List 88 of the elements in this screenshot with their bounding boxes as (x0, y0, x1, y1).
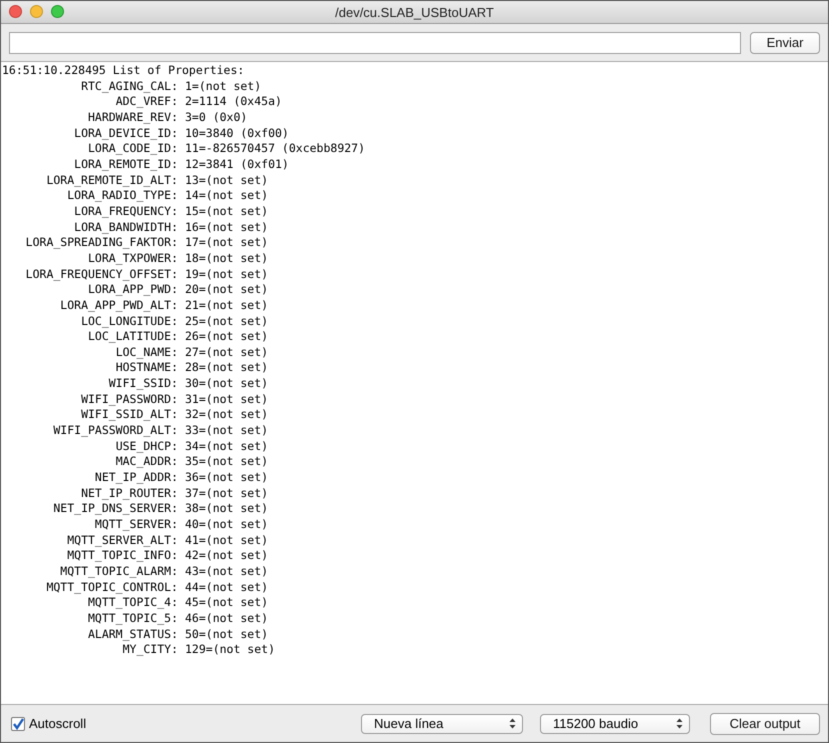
property-name: NET_IP_ROUTER: (80, 486, 178, 502)
property-value: 15=(not set) (184, 204, 270, 220)
property-value: 17=(not set) (184, 235, 270, 251)
property-value: 129=(not set) (184, 642, 276, 658)
property-value: 50=(not set) (184, 626, 270, 642)
property-value: 18=(not set) (184, 250, 270, 267)
property-value: 44=(not set) (184, 580, 270, 596)
property-value: 42=(not set) (184, 548, 270, 564)
property-name: LORA_TXPOWER: (86, 250, 178, 267)
property-name: LOC_NAME: (114, 344, 178, 360)
property-value: 34=(not set) (184, 438, 270, 454)
property-name: MQTT_TOPIC_CONTROL: (45, 580, 178, 596)
property-name: MQTT_TOPIC_INFO: (66, 548, 178, 564)
property-value: 25=(not set) (184, 314, 270, 330)
property-name: LORA_REMOTE_ID_ALT: (45, 172, 178, 188)
property-value: 31=(not set) (184, 392, 270, 408)
property-value: 10=3840 (0xf00) (184, 126, 290, 142)
clear-output-button[interactable]: Clear output (710, 712, 820, 734)
property-value: 20=(not set) (184, 282, 270, 298)
property-name: ALARM_STATUS: (86, 626, 178, 642)
autoscroll-checkbox[interactable] (11, 716, 25, 730)
stepper-icon (509, 718, 516, 729)
property-name: WIFI_PASSWORD: (80, 392, 178, 408)
property-name: LORA_BANDWIDTH: (73, 220, 178, 236)
property-name: MQTT_TOPIC_5: (86, 610, 178, 627)
property-name: MQTT_SERVER_ALT: (66, 532, 178, 548)
property-value: 19=(not set) (184, 266, 270, 282)
property-value: 40=(not set) (184, 517, 270, 533)
property-name: ADC_VREF: (114, 94, 178, 110)
property-name: RTC_AGING_CAL: (80, 78, 178, 94)
property-value: 46=(not set) (184, 610, 270, 627)
property-name: WIFI_PASSWORD_ALT: (52, 423, 178, 439)
property-value: 41=(not set) (184, 532, 270, 548)
property-value: 33=(not set) (184, 423, 270, 439)
output-line: 16:51:10.228495 List of Properties: (2, 63, 246, 79)
property-value: 27=(not set) (184, 344, 270, 360)
property-value: 12=3841 (0xf01) (184, 156, 290, 173)
property-name: LORA_FREQUENCY_OFFSET: (24, 266, 178, 282)
baud-rate-dropdown[interactable]: 115200 baudio (540, 714, 690, 734)
property-value: 36=(not set) (184, 470, 270, 486)
property-value: 2=1114 (0x45a) (184, 94, 283, 110)
property-name: LORA_RADIO_TYPE: (66, 188, 178, 204)
minimize-icon[interactable] (30, 5, 43, 18)
property-name: MQTT_SERVER: (94, 517, 178, 533)
property-value: 28=(not set) (184, 360, 270, 376)
input-field[interactable] (9, 32, 741, 54)
property-value: 43=(not set) (184, 564, 270, 580)
property-name: LOC_LATITUDE: (86, 329, 178, 345)
property-value: 30=(not set) (184, 376, 270, 392)
property-value: 13=(not set) (184, 172, 270, 188)
property-name: NET_IP_DNS_SERVER: (52, 501, 178, 518)
property-name: LORA_FREQUENCY: (73, 204, 178, 220)
property-value: 45=(not set) (184, 595, 270, 611)
line-ending-dropdown[interactable]: Nueva línea (361, 714, 523, 734)
property-name: NET_IP_ADDR: (94, 470, 178, 486)
property-value: 16=(not set) (184, 220, 270, 236)
property-value: 14=(not set) (184, 188, 270, 204)
property-value: 38=(not set) (184, 501, 270, 518)
property-name: LORA_APP_PWD_ALT: (59, 298, 178, 314)
property-value: 21=(not set) (184, 298, 270, 314)
property-name: WIFI_SSID_ALT: (80, 407, 178, 424)
property-value: 26=(not set) (184, 329, 270, 345)
property-name: LORA_SPREADING_FAKTOR: (24, 235, 178, 251)
property-value: 1=(not set) (184, 78, 262, 94)
property-name: MQTT_TOPIC_ALARM: (59, 564, 178, 580)
window-title: /dev/cu.SLAB_USBtoUART (335, 4, 494, 20)
property-value: 3=0 (0x0) (184, 110, 248, 126)
close-icon[interactable] (9, 5, 22, 18)
property-name: WIFI_SSID: (108, 376, 178, 392)
property-name: LORA_CODE_ID: (86, 141, 178, 157)
property-name: USE_DHCP: (114, 438, 178, 454)
property-value: 35=(not set) (184, 454, 270, 470)
stepper-icon (676, 718, 683, 729)
property-name: MQTT_TOPIC_4: (86, 595, 178, 611)
property-name: HOSTNAME: (114, 360, 178, 376)
checkbox-label: Autoscroll (29, 716, 86, 731)
maximize-icon[interactable] (51, 5, 64, 18)
property-value: 32=(not set) (184, 407, 270, 424)
property-name: MAC_ADDR: (114, 454, 178, 470)
property-name: LORA_REMOTE_ID: (73, 156, 178, 173)
property-value: 11=-826570457 (0xcebb8927) (184, 141, 366, 157)
property-name: HARDWARE_REV: (86, 110, 178, 126)
property-name: MY_CITY: (122, 642, 178, 658)
property-name: LORA_APP_PWD: (86, 282, 178, 298)
property-name: LORA_DEVICE_ID: (73, 126, 178, 142)
property-value: 37=(not set) (184, 486, 270, 502)
property-name: LOC_LONGITUDE: (80, 314, 178, 330)
send-button[interactable]: Enviar (750, 32, 820, 54)
